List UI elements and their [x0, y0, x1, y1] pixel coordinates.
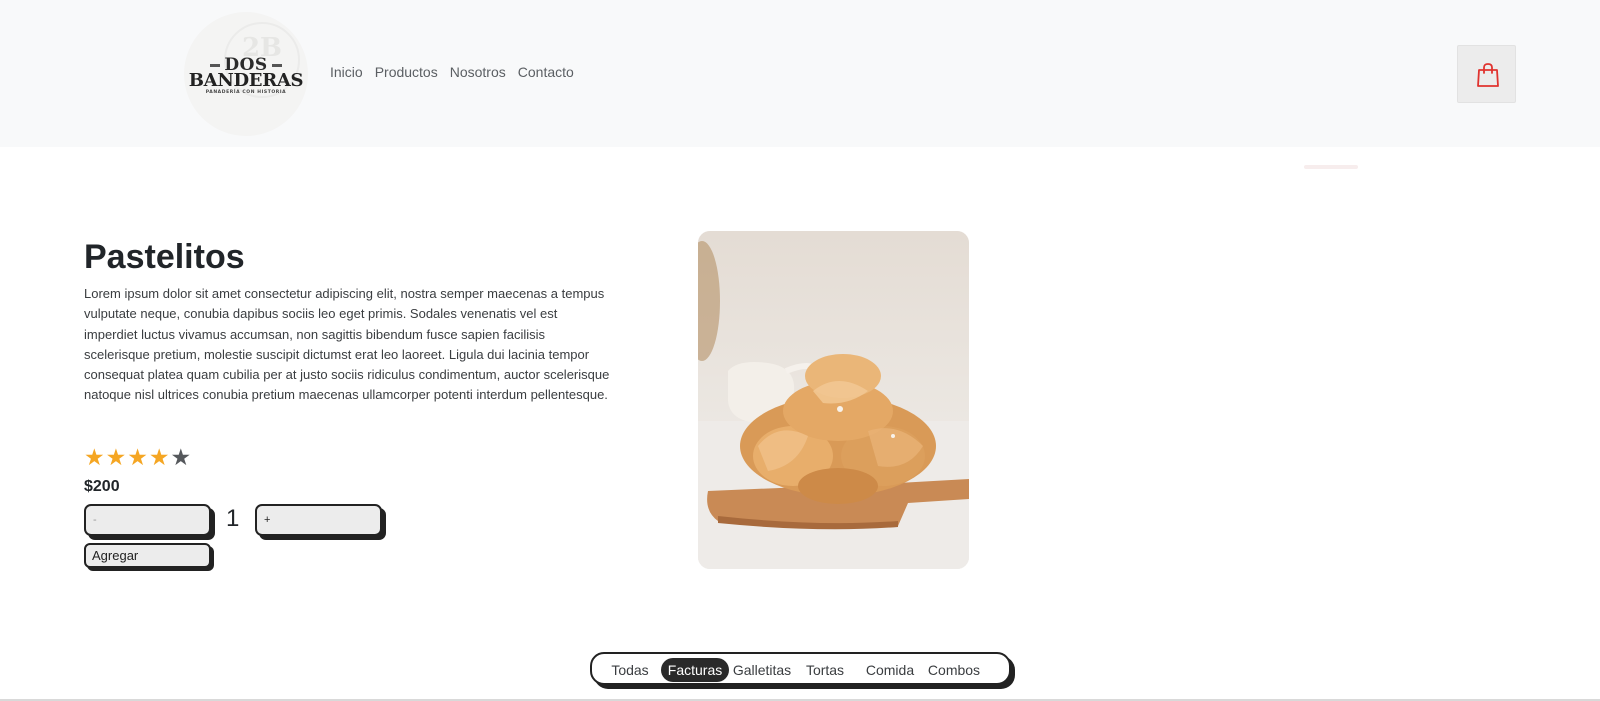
- logo-tagline: PANADERÍA CON HISTORIA: [205, 90, 287, 95]
- star-filled-icon: ★: [105, 445, 127, 471]
- decorative-bar: [1304, 165, 1358, 169]
- nav-link-nosotros[interactable]: Nosotros: [450, 64, 506, 80]
- star-filled-icon: ★: [84, 445, 105, 471]
- nav-link-inicio[interactable]: Inicio: [330, 64, 363, 80]
- quantity-value: 1: [226, 505, 240, 532]
- quantity-increase-button[interactable]: +: [255, 504, 382, 536]
- star-filled-icon: ★: [148, 445, 170, 471]
- add-to-cart-button[interactable]: Agregar: [84, 543, 211, 568]
- main-nav: Inicio Productos Nosotros Contacto: [330, 64, 574, 80]
- product-rating: ★ ★ ★ ★ ★: [84, 446, 191, 470]
- cart-button[interactable]: [1457, 45, 1516, 103]
- star-empty-icon: ★: [170, 445, 192, 471]
- category-tabs: Todas Facturas Galletitas Tortas Comida …: [590, 652, 1011, 685]
- tab-galletitas[interactable]: Galletitas: [731, 658, 793, 682]
- quantity-decrease-button[interactable]: -: [84, 504, 211, 536]
- site-header: 2B DOS BANDERAS PANADERÍA CON HISTORIA I…: [0, 0, 1600, 147]
- product-title: Pastelitos: [84, 238, 245, 276]
- product-price: $200: [84, 478, 120, 495]
- product-description: Lorem ipsum dolor sit amet consectetur a…: [84, 286, 610, 403]
- nav-link-productos[interactable]: Productos: [375, 64, 438, 80]
- tab-combos[interactable]: Combos: [926, 658, 982, 682]
- shopping-bag-icon: [1477, 63, 1499, 87]
- logo-line-banderas: BANDERAS: [188, 70, 304, 91]
- star-filled-icon: ★: [127, 445, 148, 471]
- tab-facturas[interactable]: Facturas: [661, 658, 729, 682]
- tab-todas[interactable]: Todas: [606, 658, 654, 682]
- nav-link-contacto[interactable]: Contacto: [518, 64, 574, 80]
- tab-tortas[interactable]: Tortas: [802, 658, 848, 682]
- tab-comida[interactable]: Comida: [864, 658, 916, 682]
- pastry-photo: [698, 231, 969, 569]
- product-image: [698, 231, 969, 569]
